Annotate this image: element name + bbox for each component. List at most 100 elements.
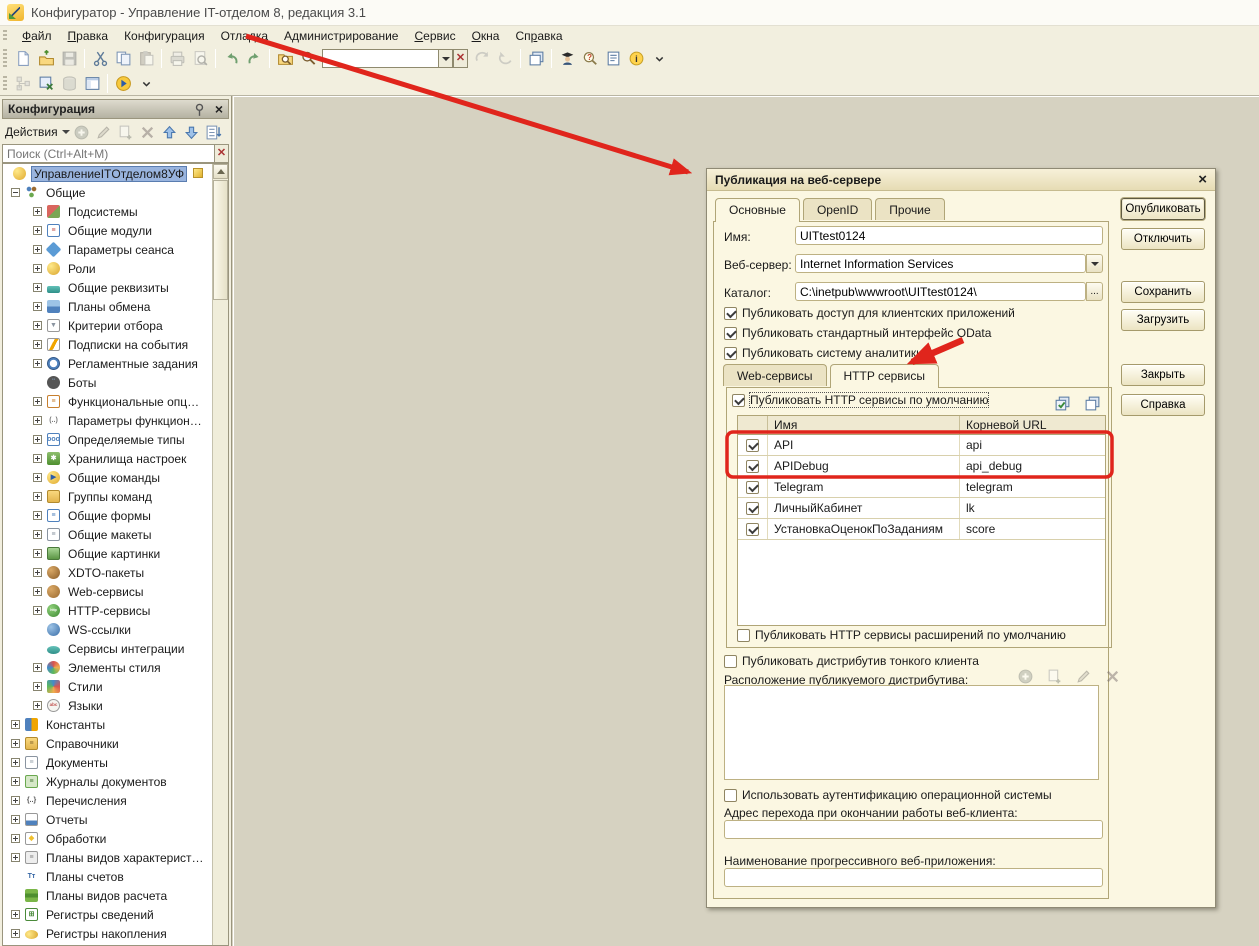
tree-expander-icon[interactable] bbox=[33, 511, 42, 520]
tree-expander-icon[interactable] bbox=[33, 701, 42, 710]
publish-http-default-checkbox[interactable]: Публиковать HTTP сервисы по умолчанию bbox=[732, 393, 988, 407]
redo-icon[interactable] bbox=[243, 48, 265, 69]
table-row[interactable]: APIapi bbox=[738, 435, 1105, 456]
tree-expander-icon[interactable] bbox=[33, 302, 42, 311]
browse-button[interactable]: ... bbox=[1086, 282, 1103, 301]
syntax-assistant-icon[interactable] bbox=[556, 48, 578, 69]
tree-expander-icon[interactable] bbox=[33, 568, 42, 577]
tree-item[interactable]: ⊞Регистры сведений bbox=[3, 905, 228, 924]
table-row[interactable]: APIDebugapi_debug bbox=[738, 456, 1105, 477]
services-tab-1[interactable]: Web-сервисы bbox=[723, 364, 827, 386]
name-input[interactable] bbox=[795, 226, 1103, 245]
tree-item[interactable]: Подписки на события bbox=[3, 335, 228, 354]
tree-item[interactable]: ≡Общие формы bbox=[3, 506, 228, 525]
publish-button[interactable]: Опубликовать bbox=[1121, 198, 1205, 220]
tree-expander-icon[interactable] bbox=[33, 530, 42, 539]
row-checkbox[interactable] bbox=[746, 460, 759, 473]
tree-item[interactable]: Элементы стиля bbox=[3, 658, 228, 677]
tree-item[interactable]: ▼Критерии отбора bbox=[3, 316, 228, 335]
search-input[interactable] bbox=[2, 144, 214, 163]
tree-expander-icon[interactable] bbox=[33, 321, 42, 330]
load-button[interactable]: Загрузить bbox=[1121, 309, 1205, 331]
tree-item[interactable]: Общие реквизиты bbox=[3, 278, 228, 297]
update-db-config-icon[interactable] bbox=[35, 73, 57, 94]
panel-close-icon[interactable]: × bbox=[215, 102, 223, 116]
tree-item[interactable]: Роли bbox=[3, 259, 228, 278]
tree-item[interactable]: Планы обмена bbox=[3, 297, 228, 316]
overflow-chevron-icon[interactable] bbox=[135, 73, 157, 94]
row-checkbox[interactable] bbox=[746, 481, 759, 494]
cut-icon[interactable] bbox=[89, 48, 111, 69]
tree-expander-icon[interactable] bbox=[11, 796, 20, 805]
tree-item[interactable]: Параметры сеанса bbox=[3, 240, 228, 259]
tree-expander-icon[interactable] bbox=[33, 663, 42, 672]
search-dropdown-icon[interactable] bbox=[438, 49, 453, 68]
tree-expander-icon[interactable] bbox=[33, 435, 42, 444]
window-copy-icon[interactable] bbox=[525, 48, 547, 69]
scroll-up-icon[interactable] bbox=[213, 164, 228, 179]
config-panel-icon[interactable] bbox=[81, 73, 103, 94]
tree-item[interactable]: oooОпределяемые типы bbox=[3, 430, 228, 449]
checkbox[interactable] bbox=[724, 347, 737, 360]
check-all-icon[interactable] bbox=[1051, 393, 1073, 414]
save-icon[interactable] bbox=[58, 48, 80, 69]
checkbox[interactable] bbox=[737, 629, 750, 642]
tree-expander-icon[interactable] bbox=[33, 283, 42, 292]
tab-2[interactable]: OpenID bbox=[803, 198, 872, 220]
replace-next-icon[interactable] bbox=[494, 48, 516, 69]
tree-expander-icon[interactable] bbox=[11, 929, 20, 938]
row-checkbox[interactable] bbox=[746, 502, 759, 515]
tree-expander-icon[interactable] bbox=[11, 188, 20, 197]
tree-item[interactable]: Планы видов расчета bbox=[3, 886, 228, 905]
checkbox[interactable] bbox=[724, 327, 737, 340]
replace-prev-icon[interactable] bbox=[471, 48, 493, 69]
tree-expander-icon[interactable] bbox=[11, 758, 20, 767]
tree-item[interactable]: ¨Боты bbox=[3, 373, 228, 392]
tree-item[interactable]: Группы команд bbox=[3, 487, 228, 506]
tree-item[interactable]: Регламентные задания bbox=[3, 354, 228, 373]
tab-1[interactable]: Основные bbox=[715, 198, 800, 222]
tree-item[interactable]: Отчеты bbox=[3, 810, 228, 829]
new-document-icon[interactable] bbox=[12, 48, 34, 69]
tree-expander-icon[interactable] bbox=[33, 245, 42, 254]
tree-item[interactable]: УправлениеITОтделом8УФ bbox=[3, 164, 228, 183]
tree-expander-icon[interactable] bbox=[33, 416, 42, 425]
move-up-icon[interactable] bbox=[160, 122, 180, 143]
copy-add-icon[interactable] bbox=[116, 122, 136, 143]
tree-item[interactable]: Константы bbox=[3, 715, 228, 734]
tree-expander-icon[interactable] bbox=[11, 853, 20, 862]
tree-expander-icon[interactable] bbox=[33, 587, 42, 596]
tree-item[interactable]: ✱Хранилища настроек bbox=[3, 449, 228, 468]
tree-item[interactable]: ≡Журналы документов bbox=[3, 772, 228, 791]
print-icon[interactable] bbox=[166, 48, 188, 69]
tree-expander-icon[interactable] bbox=[33, 492, 42, 501]
close-button[interactable]: Закрыть bbox=[1121, 364, 1205, 386]
undo-icon[interactable] bbox=[220, 48, 242, 69]
add-circle-icon[interactable] bbox=[72, 122, 92, 143]
search-clear-icon[interactable]: ✕ bbox=[453, 49, 468, 68]
publish-thin-client-checkbox[interactable]: Публиковать дистрибутив тонкого клиента bbox=[724, 654, 979, 668]
tree-item[interactable]: Общие bbox=[3, 183, 228, 202]
os-authentication-checkbox[interactable]: Использовать аутентификацию операционной… bbox=[724, 788, 1052, 802]
delete-x-icon[interactable] bbox=[138, 122, 158, 143]
table-row[interactable]: ЛичныйКабинетlk bbox=[738, 498, 1105, 519]
tree-expander-icon[interactable] bbox=[33, 397, 42, 406]
tree-item[interactable]: Сервисы интеграции bbox=[3, 639, 228, 658]
tree-item[interactable]: ≡Документы bbox=[3, 753, 228, 772]
publish-analytics-checkbox[interactable]: Публиковать систему аналитики bbox=[724, 346, 923, 360]
publish-odata-checkbox[interactable]: Публиковать стандартный интерфейс OData bbox=[724, 326, 991, 340]
clear-search-icon[interactable]: ✕ bbox=[214, 144, 229, 163]
row-checkbox[interactable] bbox=[746, 523, 759, 536]
tree-expander-icon[interactable] bbox=[33, 473, 42, 482]
webserver-select[interactable] bbox=[795, 254, 1086, 273]
config-tree-icon[interactable] bbox=[12, 73, 34, 94]
save-button[interactable]: Сохранить bbox=[1121, 281, 1205, 303]
tree-expander-icon[interactable] bbox=[33, 340, 42, 349]
dialog-close-icon[interactable]: × bbox=[1198, 172, 1207, 187]
menu-правка[interactable]: Правка bbox=[60, 28, 117, 44]
delete-icon[interactable] bbox=[1101, 666, 1123, 687]
pin-icon[interactable] bbox=[189, 99, 211, 120]
tree-expander-icon[interactable] bbox=[33, 359, 42, 368]
edit-pencil-icon[interactable] bbox=[94, 122, 114, 143]
print-preview-icon[interactable] bbox=[189, 48, 211, 69]
